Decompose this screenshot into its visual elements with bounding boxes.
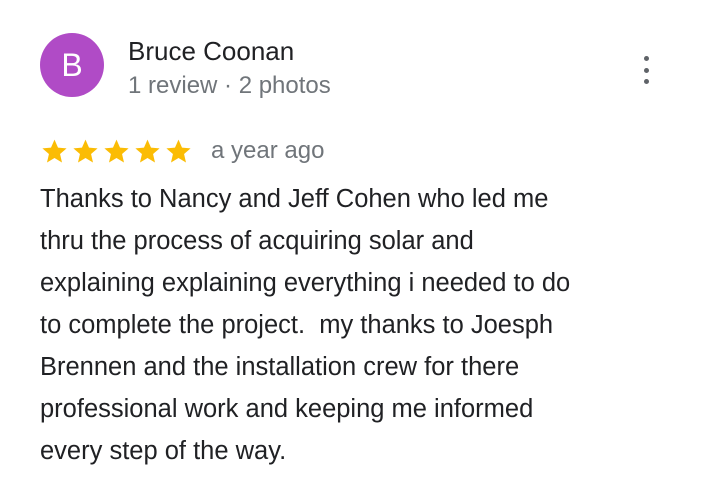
review-time: a year ago: [211, 137, 325, 164]
review-line: Thanks to Nancy and Jeff Cohen who led m…: [40, 185, 549, 213]
review-line: every step of the way.: [40, 437, 287, 465]
star-icon: [135, 139, 160, 162]
review-line: Brennen and the installation crew for th…: [40, 353, 520, 381]
star-rating: [40, 137, 193, 166]
review-text: Thanks to Nancy and Jeff Cohen who led m…: [40, 178, 680, 472]
more-vert-icon: [643, 56, 649, 61]
review-line: professional work and keeping me informe…: [40, 395, 534, 423]
more-options-button[interactable]: [630, 52, 662, 88]
star-icon: [166, 139, 191, 162]
review-line: thru the process of acquiring solar and: [40, 227, 474, 255]
review-line: to complete the project. my thanks to Jo…: [40, 311, 554, 339]
reviewer-name[interactable]: Bruce Coonan: [128, 35, 294, 67]
avatar[interactable]: B: [40, 33, 104, 97]
rating-row: a year ago: [40, 134, 324, 168]
star-icon: [73, 139, 98, 162]
star-icon: [104, 139, 129, 162]
star-icon: [42, 139, 67, 162]
reviewer-meta: 1 review · 2 photos: [128, 72, 331, 99]
review-line: explaining explaining everything i neede…: [40, 269, 571, 297]
